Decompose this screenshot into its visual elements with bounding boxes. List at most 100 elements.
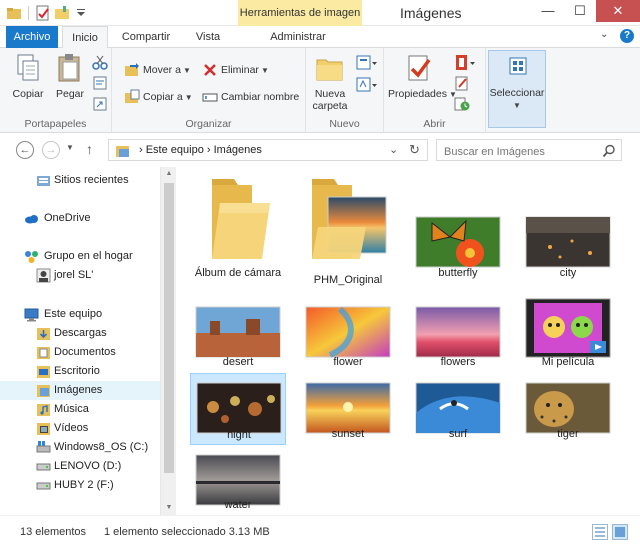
search-icon[interactable] [602, 144, 616, 158]
properties-label: Propiedades [388, 88, 447, 100]
tab-home[interactable]: Inicio [62, 26, 108, 49]
tab-share[interactable]: Compartir [114, 26, 178, 48]
rename-label: Cambiar nombre [221, 91, 300, 103]
back-button[interactable]: ← [16, 141, 34, 159]
move-to-button[interactable]: Mover a ▼ [124, 60, 191, 80]
nav-label: Grupo en el hogar [44, 250, 133, 262]
details-view-icon[interactable] [592, 524, 608, 540]
nav-label: Descargas [54, 327, 107, 339]
title-bar: Herramientas de imagen Imágenes — ☐ ✕ [0, 0, 640, 26]
file-list: Álbum de cámara PHM_Original butterfly c… [176, 167, 640, 515]
tab-manage[interactable]: Administrar [258, 26, 338, 48]
forward-button[interactable]: → [42, 141, 60, 159]
new-folder-label-2: carpeta [312, 100, 348, 112]
file-item-phm-original[interactable]: PHM_Original [300, 173, 396, 295]
up-button[interactable]: ↑ [86, 141, 93, 157]
file-item-city[interactable]: city [520, 207, 616, 287]
nav-item-drive-f[interactable]: HUBY 2 (F:) [0, 476, 160, 495]
images-library-icon [115, 143, 131, 159]
select-button[interactable]: Seleccionar ▼ [488, 50, 546, 128]
navigation-bar: ← → ▼ ↑ › Este equipo › Imágenes ⌄ ↻ [0, 133, 640, 167]
file-item-flower[interactable]: flower [300, 297, 396, 369]
scroll-up-arrow-icon[interactable]: ▲ [161, 167, 176, 181]
file-item-camera-roll[interactable]: Álbum de cámara [190, 173, 286, 295]
scrollbar-thumb[interactable] [164, 183, 174, 473]
paste-button[interactable]: Pegar [52, 52, 88, 100]
search-input[interactable] [436, 139, 622, 161]
properties-check-icon[interactable] [35, 5, 51, 21]
nav-label: OneDrive [44, 212, 91, 224]
delete-button[interactable]: Eliminar ▼ [202, 60, 269, 80]
nav-item-user[interactable]: jorel SL' [0, 266, 160, 285]
context-tab-image-tools: Herramientas de imagen [238, 0, 362, 26]
file-item-sunset[interactable]: sunset [300, 373, 396, 445]
file-item-butterfly[interactable]: butterfly [410, 207, 506, 287]
file-item-flowers[interactable]: flowers [410, 297, 506, 369]
recent-locations-icon[interactable]: ▼ [66, 143, 74, 152]
file-item-my-movie[interactable]: Mi película [520, 297, 616, 369]
sunset-thumbnail [300, 373, 396, 435]
copy-button[interactable]: Copiar [10, 52, 46, 100]
open-icon[interactable] [454, 54, 476, 72]
new-folder-button[interactable]: Nueva carpeta [310, 52, 350, 112]
properties-button[interactable]: Propiedades ▼ [388, 52, 457, 101]
collapse-ribbon-icon[interactable]: ⌄ [600, 29, 608, 40]
file-item-tiger[interactable]: tiger [520, 373, 616, 445]
cut-icon[interactable] [92, 54, 108, 70]
address-bar[interactable]: › Este equipo › Imágenes ⌄ ↻ [108, 139, 428, 161]
nav-item-this-pc[interactable]: Este equipo [0, 305, 160, 324]
file-item-water[interactable]: water [190, 445, 286, 513]
nav-item-desktop[interactable]: Escritorio [0, 362, 160, 381]
nav-item-videos[interactable]: Vídeos [0, 419, 160, 438]
windows-drive-icon [36, 440, 51, 455]
file-name: tiger [557, 428, 579, 440]
large-icons-view-icon[interactable] [612, 524, 628, 540]
history-icon[interactable] [454, 96, 470, 112]
properties-icon [403, 52, 435, 84]
ribbon-tabs: Archivo Inicio Compartir Vista Administr… [0, 26, 640, 49]
new-folder-small-icon[interactable] [54, 5, 70, 21]
group-name-clipboard: Portapapeles [24, 118, 87, 130]
rename-button[interactable]: Cambiar nombre [202, 87, 299, 107]
nav-item-homegroup[interactable]: Grupo en el hogar [0, 247, 160, 266]
paste-shortcut-icon[interactable] [92, 96, 108, 112]
butterfly-thumbnail [410, 207, 506, 269]
nav-item-recent-places[interactable]: Sitios recientes [0, 171, 160, 190]
group-clipboard: Copiar Pegar Portapapeles [0, 48, 112, 133]
nav-item-pictures[interactable]: Imágenes [0, 381, 160, 400]
videos-folder-icon [36, 421, 51, 436]
nav-label: Este equipo [44, 308, 103, 320]
file-item-desert[interactable]: desert [190, 297, 286, 369]
nav-item-downloads[interactable]: Descargas [0, 324, 160, 343]
copy-path-icon[interactable] [92, 75, 108, 91]
paste-icon [54, 52, 86, 84]
edit-icon[interactable] [454, 75, 470, 91]
nav-label: jorel SL' [54, 269, 94, 281]
scroll-down-arrow-icon[interactable]: ▼ [161, 501, 176, 515]
help-icon[interactable]: ? [620, 29, 634, 43]
nav-item-drive-d[interactable]: LENOVO (D:) [0, 457, 160, 476]
tab-file[interactable]: Archivo [6, 26, 58, 48]
refresh-icon[interactable]: ↻ [409, 142, 420, 158]
maximize-button[interactable]: ☐ [564, 0, 596, 22]
file-item-night[interactable]: night [190, 373, 286, 445]
copy-to-button[interactable]: Copiar a ▼ [124, 87, 193, 107]
nav-item-music[interactable]: Música [0, 400, 160, 419]
address-dropdown-icon[interactable]: ⌄ [389, 143, 398, 156]
nav-item-documents[interactable]: Documentos [0, 343, 160, 362]
recent-places-icon [36, 173, 51, 188]
folder-small-icon[interactable] [6, 5, 22, 21]
customize-qat-icon[interactable] [73, 5, 89, 21]
close-button[interactable]: ✕ [596, 0, 640, 22]
nav-item-onedrive[interactable]: OneDrive [0, 209, 160, 228]
breadcrumb[interactable]: › Este equipo › Imágenes [139, 144, 262, 156]
new-item-icon[interactable] [356, 54, 378, 72]
rename-icon [202, 89, 218, 105]
surf-thumbnail [410, 373, 506, 435]
nav-item-drive-c[interactable]: Windows8_OS (C:) [0, 438, 160, 457]
tab-view[interactable]: Vista [186, 26, 230, 48]
file-item-surf[interactable]: surf [410, 373, 506, 445]
navpane-scrollbar[interactable]: ▲ ▼ [160, 167, 176, 515]
easy-access-icon[interactable] [356, 76, 378, 94]
minimize-button[interactable]: — [532, 0, 564, 22]
